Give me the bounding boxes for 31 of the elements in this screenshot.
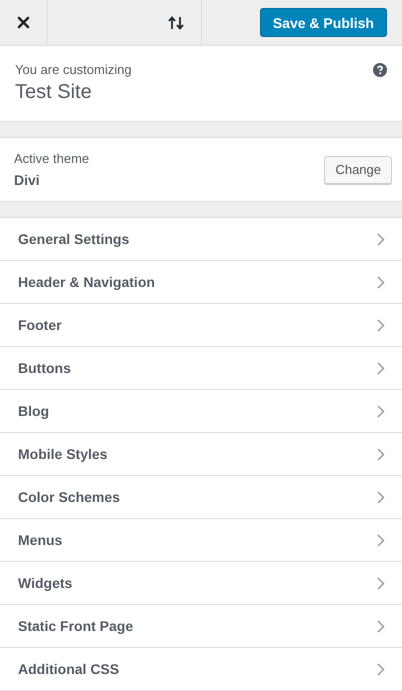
chevron-icon [377, 534, 385, 546]
chevron-icon [377, 404, 385, 418]
chevron-icon [377, 490, 385, 504]
section-item[interactable]: Widgets [0, 562, 402, 605]
section-item[interactable]: Footer [0, 304, 402, 347]
chevron-icon [377, 662, 385, 676]
customizing-label: You are customizing [15, 62, 132, 77]
chevron-icon [377, 276, 385, 288]
chevron-icon [377, 318, 385, 332]
section-item[interactable]: Color Schemes [0, 476, 402, 519]
site-title: Test Site [15, 81, 93, 104]
change-button[interactable]: Change [324, 156, 392, 184]
section-item[interactable]: Buttons [0, 347, 402, 390]
section-item[interactable]: Header & Navigation [0, 261, 402, 304]
close-icon [17, 16, 30, 29]
theme-name: Divi [14, 172, 41, 188]
up-down-arrows-icon [167, 16, 185, 30]
chevron-icon [377, 448, 385, 460]
section-item[interactable]: Additional CSS [0, 648, 402, 691]
section-item[interactable]: Menus [0, 519, 402, 562]
section-item[interactable]: Blog [0, 390, 402, 433]
chevron-icon [377, 620, 385, 632]
chevron-icon [377, 362, 385, 374]
help-icon[interactable] [373, 63, 387, 77]
save-publish-button[interactable]: Save & Publish [260, 8, 387, 37]
theme-label: Active theme [14, 151, 90, 166]
chevron-icon [377, 232, 385, 246]
section-item[interactable]: General Settings [0, 218, 402, 261]
section-item[interactable]: Mobile Styles [0, 433, 402, 476]
section-item[interactable]: Static Front Page [0, 605, 402, 648]
chevron-icon [377, 576, 385, 590]
